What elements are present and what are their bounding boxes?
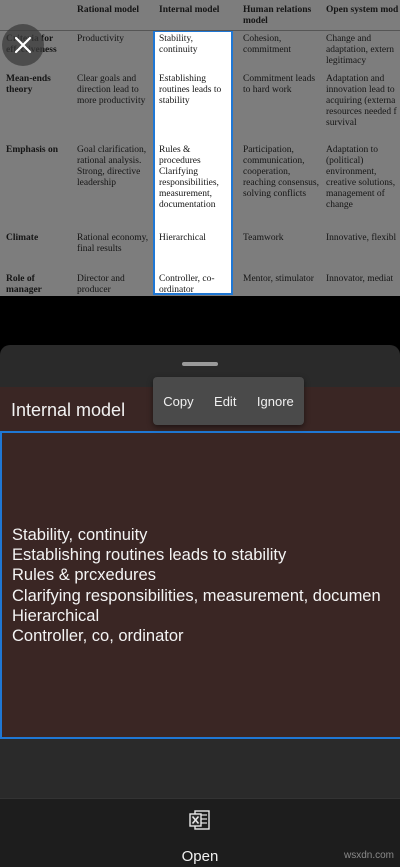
- extracted-text-line: Establishing routines leads to stability: [12, 546, 287, 565]
- close-button[interactable]: [2, 24, 44, 66]
- extracted-text-area[interactable]: Stability, continuity Establishing routin…: [0, 431, 400, 739]
- table-cell: Mentor, stimulator: [243, 274, 314, 284]
- open-button[interactable]: Open: [160, 809, 240, 867]
- close-icon: [14, 36, 32, 54]
- extracted-text-line: Clarifying responsibilities, measurement…: [12, 586, 381, 605]
- extracted-text-line: Controller, co, ordinator: [12, 627, 184, 646]
- bottom-action-bar: Open: [0, 798, 400, 867]
- edit-menu-item[interactable]: Edit: [214, 394, 236, 409]
- excel-icon: [189, 809, 211, 836]
- table-cell: Stability, continuity: [159, 34, 198, 55]
- table-cell: Commitment leads to hard work: [243, 74, 316, 95]
- extracted-text-line: Rules & prcxedures: [12, 566, 156, 585]
- table-cell: Teamwork: [243, 233, 284, 243]
- extracted-text-lines: Stability, continuity Establishing routin…: [2, 525, 381, 646]
- table-cell: Innovative, flexibl: [326, 233, 397, 243]
- table-cell: Rules & procedures Clarifying responsibi…: [159, 145, 219, 210]
- table-cell: Director and producer: [77, 274, 125, 295]
- ignore-menu-item[interactable]: Ignore: [257, 394, 294, 409]
- table-cell: Participation, communication, cooperatio…: [243, 145, 319, 199]
- open-button-label: Open: [181, 848, 219, 865]
- table-cell: Rational economy, final results: [77, 233, 149, 254]
- column-header: Open system mod: [326, 5, 399, 15]
- extracted-text-line: Stability, continuity: [12, 526, 148, 544]
- table-cell: Productivity: [77, 34, 124, 44]
- table-cell: Hierarchical: [159, 233, 206, 243]
- panel-title: Internal model: [11, 400, 126, 420]
- row-header: Emphasis on: [6, 145, 59, 155]
- table-cell: Innovator, mediat: [326, 274, 394, 284]
- row-header: Mean-ends theory: [6, 74, 51, 95]
- table-cell: Controller, co-ordinator: [159, 274, 215, 295]
- watermark: wsxdn.com: [343, 850, 394, 861]
- column-header: Rational model: [77, 5, 140, 15]
- context-menu: Copy Edit Ignore: [153, 377, 304, 425]
- table-cell: Goal clarification, rational analysis. S…: [77, 145, 147, 188]
- captured-table-photo: Rational model Internal model Human rela…: [0, 0, 400, 296]
- table-cell: Adaptation to (political) environment, c…: [326, 145, 396, 210]
- table-cell: Establishing routines leads to stability: [159, 74, 222, 106]
- table-cell: Cohesion, commitment: [243, 34, 292, 55]
- column-header: Internal model: [159, 5, 220, 15]
- row-header: Climate: [6, 233, 39, 243]
- table-cell: Change and adaptation, extern legitimacy: [326, 34, 395, 66]
- table-cell: Clear goals and direction lead to more p…: [77, 74, 146, 106]
- extracted-text-panel: Internal model Stability, continuity Esta…: [0, 387, 400, 739]
- drag-handle[interactable]: [182, 362, 218, 366]
- table-divider: [0, 30, 400, 31]
- row-header: Role of manager: [6, 274, 42, 295]
- copy-menu-item[interactable]: Copy: [163, 394, 193, 409]
- table-cell: Adaptation and innovation lead to acquir…: [326, 74, 397, 128]
- table-image: Rational model Internal model Human rela…: [0, 0, 400, 296]
- extracted-text-line: Hierarchical: [12, 606, 100, 625]
- column-header: Human relations model: [243, 5, 312, 26]
